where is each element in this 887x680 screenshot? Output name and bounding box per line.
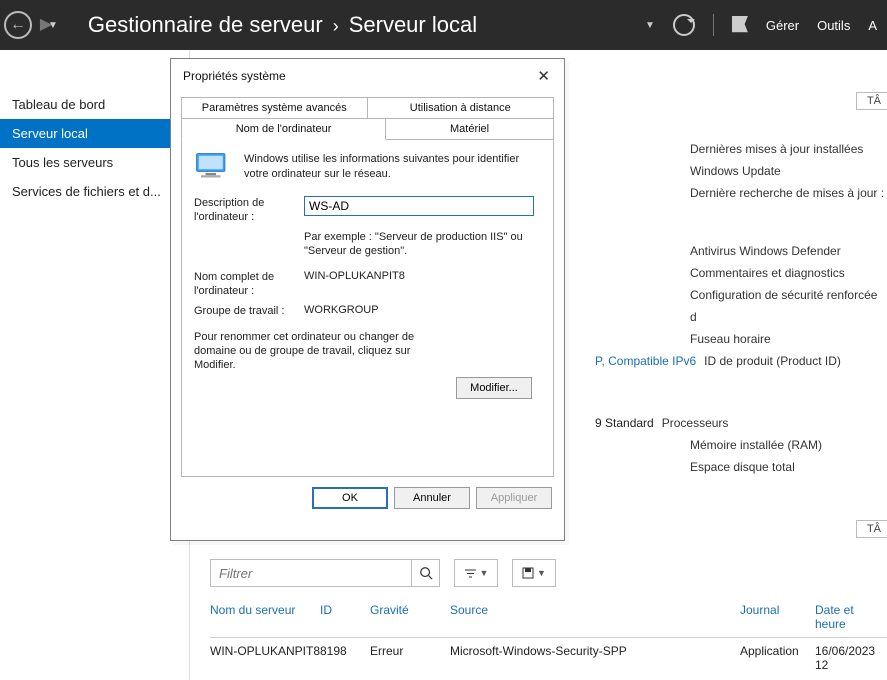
close-button[interactable]: ✕	[533, 67, 554, 85]
ipv6-link[interactable]: P, Compatible IPv6	[595, 350, 696, 372]
breadcrumb-page[interactable]: Serveur local	[349, 12, 477, 38]
info-label[interactable]: ID de produit (Product ID)	[704, 350, 841, 372]
apply-button[interactable]: Appliquer	[476, 487, 552, 509]
notifications-flag-icon[interactable]	[732, 16, 748, 34]
modify-button[interactable]: Modifier...	[456, 377, 532, 399]
cell-severity: Erreur	[370, 644, 450, 672]
filter-box	[210, 559, 440, 587]
save-icon	[522, 567, 534, 579]
sidebar-item-local-server[interactable]: Serveur local	[0, 119, 189, 148]
description-input[interactable]	[304, 196, 534, 216]
info-block-security: Antivirus Windows Defender Commentaires …	[690, 240, 887, 372]
computer-icon	[194, 152, 232, 182]
chevron-down-icon: ▼	[537, 568, 546, 578]
topbar: ← ▶ ▼ Gestionnaire de serveur › Serveur …	[0, 0, 887, 50]
info-label[interactable]: Configuration de sécurité renforcée d	[690, 284, 887, 328]
description-label: Description de l'ordinateur :	[194, 196, 304, 224]
info-block-updates: Dernières mises à jour installées Window…	[690, 138, 887, 204]
dialog-buttons: OK Annuler Appliquer	[171, 477, 564, 519]
dialog-titlebar[interactable]: Propriétés système ✕	[171, 59, 564, 91]
fullname-label: Nom complet de l'ordinateur :	[194, 270, 304, 298]
filter-input[interactable]	[211, 566, 411, 581]
search-icon[interactable]	[411, 560, 439, 586]
fullname-value: WIN-OPLUKANPIT8	[304, 270, 541, 282]
info-label[interactable]: Processeurs	[662, 412, 729, 434]
system-properties-dialog: Propriétés système ✕ Paramètres système …	[170, 58, 565, 541]
refresh-icon[interactable]	[673, 14, 695, 36]
events-toolbar: ▼ ▼	[210, 555, 887, 597]
info-label[interactable]: Espace disque total	[690, 456, 887, 478]
info-label[interactable]: Commentaires et diagnostics	[690, 262, 887, 284]
dialog-title: Propriétés système	[183, 69, 286, 83]
tab-remote[interactable]: Utilisation à distance	[368, 97, 555, 118]
fullname-row: Nom complet de l'ordinateur : WIN-OPLUKA…	[194, 270, 541, 298]
cell-date: 16/06/2023 12	[815, 644, 887, 672]
info-label[interactable]: Mémoire installée (RAM)	[690, 434, 887, 456]
col-source[interactable]: Source	[450, 603, 740, 631]
col-log[interactable]: Journal	[740, 603, 815, 631]
nav-back-button[interactable]: ←	[4, 11, 32, 39]
tab-computer-name[interactable]: Nom de l'ordinateur	[181, 118, 386, 140]
nav-dropdown-icon[interactable]: ▼	[48, 20, 58, 31]
info-label[interactable]: Dernières mises à jour installées	[690, 138, 887, 160]
chevron-right-icon: ›	[333, 16, 339, 37]
workgroup-label: Groupe de travail :	[194, 304, 304, 318]
sidebar-item-file-services[interactable]: Services de fichiers et d...	[0, 177, 189, 206]
manage-menu[interactable]: Gérer	[766, 18, 799, 33]
filter-icon	[464, 568, 477, 579]
breadcrumb-root[interactable]: Gestionnaire de serveur	[88, 12, 323, 38]
save-query-button[interactable]: ▼	[512, 559, 556, 587]
chevron-down-icon: ▼	[480, 568, 489, 578]
info-label[interactable]: Dernière recherche de mises à jour :	[690, 182, 887, 204]
ok-button[interactable]: OK	[312, 487, 388, 509]
tab-advanced[interactable]: Paramètres système avancés	[181, 97, 368, 118]
divider	[713, 14, 714, 36]
tools-menu[interactable]: Outils	[817, 18, 850, 33]
col-severity[interactable]: Gravité	[370, 603, 450, 631]
properties-column: Dernières mises à jour installées Window…	[690, 138, 887, 502]
workgroup-row: Groupe de travail : WORKGROUP	[194, 304, 541, 318]
cell-server: WIN-OPLUKANPIT8	[210, 644, 320, 672]
info-label[interactable]: Antivirus Windows Defender	[690, 240, 887, 262]
description-row: Description de l'ordinateur :	[194, 196, 541, 224]
col-id[interactable]: ID	[320, 603, 370, 631]
info-label[interactable]: Fuseau horaire	[690, 328, 887, 350]
intro-text: Windows utilise les informations suivant…	[244, 152, 541, 182]
description-example: Par exemple : "Serveur de production IIS…	[304, 230, 541, 258]
breadcrumb: Gestionnaire de serveur › Serveur local	[88, 12, 645, 38]
menu-dropdown-icon[interactable]: ▼	[645, 20, 655, 31]
tasks-button-bottom[interactable]: TÂ	[856, 520, 887, 538]
topbar-actions: ▼ Gérer Outils A	[645, 14, 877, 36]
info-block-hardware: 9 Standard Processeurs Mémoire installée…	[690, 412, 887, 478]
sidebar-item-all-servers[interactable]: Tous les serveurs	[0, 148, 189, 177]
os-edition-label: 9 Standard	[595, 412, 654, 434]
filter-options-button[interactable]: ▼	[454, 559, 498, 587]
cancel-button[interactable]: Annuler	[394, 487, 470, 509]
tasks-button-top[interactable]: TÂ	[856, 92, 887, 110]
display-menu[interactable]: A	[868, 18, 877, 33]
cell-source: Microsoft-Windows-Security-SPP	[450, 644, 740, 672]
sidebar-item-dashboard[interactable]: Tableau de bord	[0, 90, 189, 119]
rename-hint: Pour renommer cet ordinateur ou changer …	[194, 330, 434, 372]
arrow-left-icon: ←	[10, 17, 26, 33]
event-row[interactable]: WIN-OPLUKANPIT8 8198 Erreur Microsoft-Wi…	[210, 638, 887, 678]
col-server[interactable]: Nom du serveur	[210, 603, 320, 631]
events-panel: ▼ ▼ Nom du serveur ID Gravité Source Jou…	[210, 555, 887, 680]
events-header: Nom du serveur ID Gravité Source Journal…	[210, 597, 887, 638]
tab-hardware[interactable]: Matériel	[386, 118, 554, 139]
info-label[interactable]: Windows Update	[690, 160, 887, 182]
workgroup-value: WORKGROUP	[304, 304, 541, 316]
col-date[interactable]: Date et heure	[815, 603, 887, 631]
cell-log: Application	[740, 644, 815, 672]
cell-id: 8198	[320, 644, 370, 672]
tab-body: Windows utilise les informations suivant…	[181, 139, 554, 477]
intro-row: Windows utilise les informations suivant…	[194, 152, 541, 182]
sidebar: Tableau de bord Serveur local Tous les s…	[0, 50, 190, 680]
dialog-tabs: Paramètres système avancés Utilisation à…	[181, 97, 554, 477]
